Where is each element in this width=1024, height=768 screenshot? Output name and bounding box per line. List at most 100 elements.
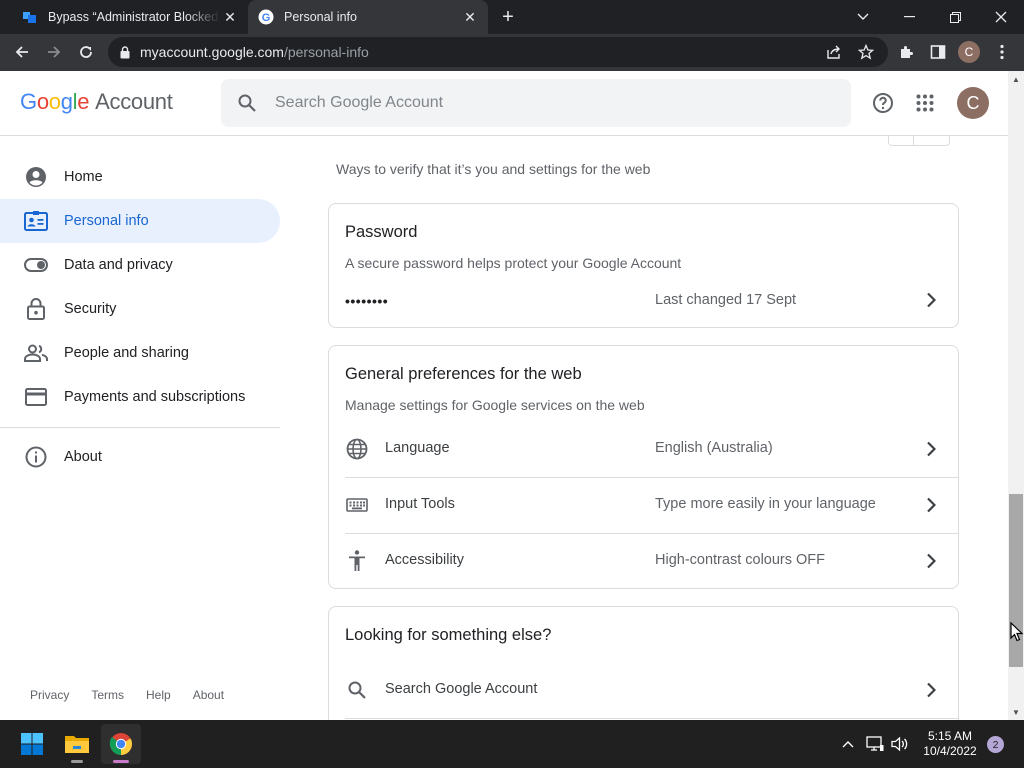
footer-link-terms[interactable]: Terms xyxy=(91,688,124,702)
windows-taskbar: 5:15 AM 10/4/2022 xyxy=(0,720,1024,768)
sidebar-item-label: Data and privacy xyxy=(64,257,173,273)
password-last-changed: Last changed 17 Sept xyxy=(655,292,797,308)
looking-for-something-else-card: Looking for something else? Search Googl… xyxy=(328,606,959,720)
row-label: Language xyxy=(385,440,450,456)
site-favicon-icon xyxy=(22,9,38,25)
active-app-indicator xyxy=(113,760,129,763)
tab-bypass-admin-blocked[interactable]: Bypass “Administrator Blocked Yo ✕ xyxy=(12,0,248,34)
sidebar-item-security[interactable]: Security xyxy=(0,287,280,331)
reload-button[interactable] xyxy=(72,38,100,66)
google-apps-grid-icon[interactable] xyxy=(913,91,937,115)
url-text: myaccount.google.com/personal-info xyxy=(140,44,369,60)
sidebar-divider xyxy=(0,427,280,428)
taskbar-clock[interactable]: 5:15 AM 10/4/2022 xyxy=(918,729,982,759)
sidebar-item-home[interactable]: Home xyxy=(0,155,280,199)
tab-title: Personal info xyxy=(284,10,357,24)
tab-title: Bypass “Administrator Blocked Yo xyxy=(48,10,220,24)
else-row-search-account[interactable]: Search Google Account xyxy=(329,662,958,718)
info-icon xyxy=(24,445,48,469)
keyboard-icon xyxy=(345,493,369,517)
chevron-right-icon[interactable] xyxy=(919,288,943,312)
sidebar-item-data-privacy[interactable]: Data and privacy xyxy=(0,243,280,287)
row-label: Search Google Account xyxy=(385,681,538,697)
lock-icon xyxy=(24,297,48,321)
pref-row-input-tools[interactable]: Input Tools Type more easily in your lan… xyxy=(329,477,958,533)
sidebar-item-label: Security xyxy=(64,301,117,317)
taskbar-chrome[interactable] xyxy=(101,724,141,764)
accessibility-icon xyxy=(345,549,369,573)
taskbar-file-explorer[interactable] xyxy=(57,724,97,764)
pref-row-accessibility[interactable]: Accessibility High-contrast colours OFF xyxy=(329,533,958,589)
partial-button-group[interactable] xyxy=(888,136,950,146)
chevron-right-icon[interactable] xyxy=(919,437,943,461)
volume-icon[interactable] xyxy=(890,734,910,754)
sidebar-item-personal-info[interactable]: Personal info xyxy=(0,199,280,243)
share-icon[interactable] xyxy=(823,41,845,63)
sidebar-item-label: People and sharing xyxy=(64,345,189,361)
chevron-right-icon[interactable] xyxy=(919,493,943,517)
minimize-button[interactable] xyxy=(886,0,932,34)
toggle-icon xyxy=(24,253,48,277)
account-search-bar[interactable] xyxy=(221,79,851,127)
browser-toolbar: myaccount.google.com/personal-info C xyxy=(0,34,1024,71)
restore-button[interactable] xyxy=(932,0,978,34)
account-avatar[interactable]: C xyxy=(957,87,989,119)
network-icon[interactable] xyxy=(865,734,885,754)
google-account-logo[interactable]: Google Account xyxy=(20,89,173,115)
lock-icon[interactable] xyxy=(120,45,130,59)
back-button[interactable] xyxy=(8,38,36,66)
search-icon[interactable] xyxy=(237,93,257,113)
clock-time: 5:15 AM xyxy=(927,729,973,743)
card-title: General preferences for the web xyxy=(345,365,582,383)
card-title: Password xyxy=(345,223,418,241)
browser-profile-avatar[interactable]: C xyxy=(958,41,980,63)
footer-link-help[interactable]: Help xyxy=(146,688,171,702)
address-bar[interactable]: myaccount.google.com/personal-info xyxy=(108,37,888,67)
sidebar-item-label: Home xyxy=(64,169,103,185)
help-icon[interactable] xyxy=(871,91,895,115)
credit-card-icon xyxy=(24,385,48,409)
sidebar-item-payments[interactable]: Payments and subscriptions xyxy=(0,375,280,419)
row-label: Input Tools xyxy=(385,496,455,512)
running-indicator xyxy=(71,760,83,763)
password-card[interactable]: Password A secure password helps protect… xyxy=(328,203,959,328)
show-hidden-icons-chevron-icon[interactable] xyxy=(838,734,858,754)
scroll-up-arrow-icon[interactable]: ▲ xyxy=(1008,71,1024,87)
search-icon xyxy=(345,678,369,702)
footer-link-privacy[interactable]: Privacy xyxy=(30,688,69,702)
google-favicon-icon: G xyxy=(258,9,274,25)
windows-logo-icon xyxy=(21,733,43,755)
new-tab-button[interactable]: + xyxy=(497,7,519,29)
account-search-input[interactable] xyxy=(275,94,815,112)
tab-close-icon[interactable]: ✕ xyxy=(220,7,240,27)
scroll-down-arrow-icon[interactable]: ▼ xyxy=(1008,704,1024,720)
chevron-right-icon[interactable] xyxy=(919,678,943,702)
side-panel-icon[interactable] xyxy=(927,41,949,63)
footer-link-about[interactable]: About xyxy=(193,688,224,702)
chevron-right-icon[interactable] xyxy=(919,549,943,573)
tab-personal-info[interactable]: G Personal info ✕ xyxy=(248,0,488,34)
close-window-button[interactable] xyxy=(978,0,1024,34)
extensions-puzzle-icon[interactable] xyxy=(895,41,917,63)
card-subtitle: Manage settings for Google services on t… xyxy=(345,397,645,413)
forward-button[interactable] xyxy=(40,38,68,66)
tab-search-chevron-icon[interactable] xyxy=(840,0,886,34)
sidebar-item-label: About xyxy=(64,449,102,465)
pref-row-language[interactable]: Language English (Australia) xyxy=(329,421,958,477)
folder-icon xyxy=(65,736,89,753)
personal-info-icon xyxy=(24,209,48,233)
row-value: High-contrast colours OFF xyxy=(655,552,826,568)
tab-close-icon[interactable]: ✕ xyxy=(460,7,480,27)
account-sidebar: Home Personal info Data and privacy Secu… xyxy=(0,136,290,720)
globe-icon xyxy=(345,437,369,461)
notification-badge[interactable]: 2 xyxy=(987,736,1004,753)
browser-tab-strip: Bypass “Administrator Blocked Yo ✕ G Per… xyxy=(0,0,1024,34)
sidebar-item-people-sharing[interactable]: People and sharing xyxy=(0,331,280,375)
sidebar-item-about[interactable]: About xyxy=(0,435,280,479)
section-subtitle: Ways to verify that it’s you and setting… xyxy=(336,161,651,177)
masked-password: •••••••• xyxy=(345,293,389,309)
card-title: Looking for something else? xyxy=(345,626,552,644)
start-button[interactable] xyxy=(12,724,52,764)
more-menu-icon[interactable] xyxy=(991,41,1013,63)
bookmark-star-icon[interactable] xyxy=(855,41,877,63)
